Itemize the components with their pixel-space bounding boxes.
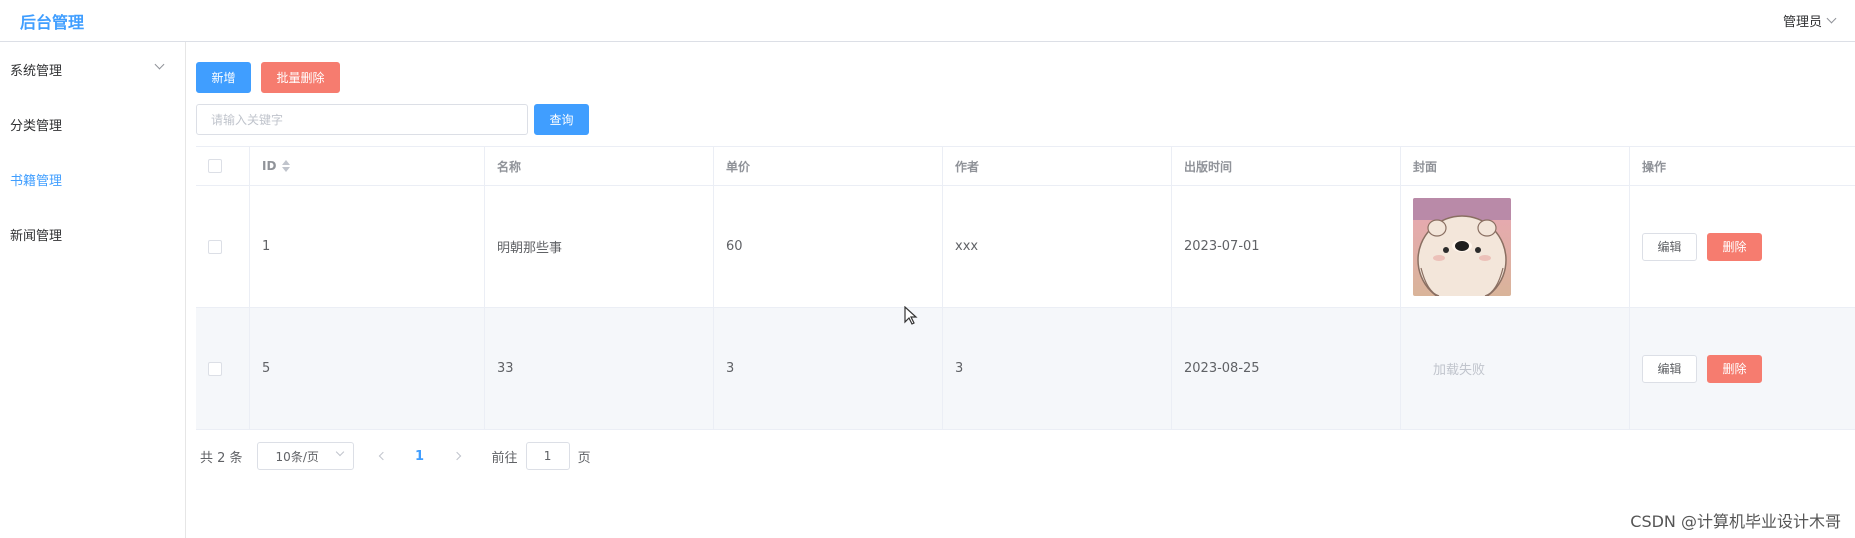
column-header-name: 名称	[485, 147, 714, 185]
next-page-icon[interactable]	[442, 451, 472, 461]
sidebar-item-label: 书籍管理	[10, 173, 63, 189]
sort-icon[interactable]	[282, 160, 291, 172]
chevron-down-icon	[154, 59, 165, 70]
sidebar-item-label: 新闻管理	[10, 228, 63, 244]
sidebar-item-category[interactable]: 分类管理	[0, 97, 185, 151]
page-number[interactable]: 1	[398, 449, 442, 464]
cell-name: 33	[485, 308, 714, 429]
cell-author: xxx	[943, 186, 1172, 307]
column-header-actions: 操作	[1642, 159, 1667, 174]
sidebar-item-news[interactable]: 新闻管理	[0, 207, 185, 261]
cell-price: 3	[714, 308, 943, 429]
row-checkbox[interactable]	[208, 239, 222, 254]
add-button[interactable]: 新增	[196, 62, 251, 93]
batch-delete-button[interactable]: 批量删除	[261, 62, 340, 93]
edit-button[interactable]: 编辑	[1642, 232, 1697, 261]
book-cover-image	[1413, 197, 1511, 296]
chevron-down-icon	[1826, 13, 1837, 24]
cell-date: 2023-08-25	[1172, 308, 1401, 429]
row-checkbox[interactable]	[208, 361, 222, 376]
page-size-value: 10条/页	[275, 449, 319, 464]
image-load-failed-text: 加载失败	[1433, 363, 1486, 378]
top-header: 后台管理 管理员	[0, 0, 1855, 42]
sidebar: 系统管理 分类管理 书籍管理 新闻管理	[0, 42, 186, 538]
sidebar-item-label: 系统管理	[10, 63, 63, 79]
user-name: 管理员	[1782, 15, 1822, 30]
goto-page-input[interactable]: 1	[525, 442, 570, 470]
cell-id: 5	[250, 308, 485, 429]
sidebar-item-system[interactable]: 系统管理	[0, 42, 185, 96]
edit-button[interactable]: 编辑	[1642, 354, 1697, 383]
user-menu[interactable]: 管理员	[1782, 11, 1837, 30]
select-all-checkbox[interactable]	[208, 159, 222, 173]
app-title: 后台管理	[20, 13, 85, 32]
column-header-id[interactable]: ID	[262, 159, 276, 173]
delete-button[interactable]: 删除	[1707, 232, 1762, 261]
delete-button[interactable]: 删除	[1707, 354, 1762, 383]
watermark: CSDN @计算机毕业设计木哥	[1630, 512, 1841, 531]
table-row: 1 明朝那些事 60 xxx 2023-07-01 编辑 删除	[196, 186, 1855, 308]
column-header-author: 作者	[943, 147, 1172, 185]
cell-author: 3	[943, 308, 1172, 429]
books-table: ID 名称 单价 作者 出版时间 封面 操作 1 明朝那些事 60 xxx 20…	[196, 146, 1855, 430]
chevron-down-icon	[335, 447, 344, 457]
total-count: 共 2 条	[200, 450, 243, 466]
sidebar-item-label: 分类管理	[10, 118, 63, 134]
cell-name: 明朝那些事	[485, 186, 714, 307]
pagination: 共 2 条 10条/页 1 前往 1 页	[200, 442, 591, 470]
column-header-date: 出版时间	[1172, 147, 1401, 185]
cell-price: 60	[714, 186, 943, 307]
prev-page-icon[interactable]	[368, 451, 398, 461]
table-row: 5 33 3 3 2023-08-25 加载失败 编辑 删除	[196, 308, 1855, 429]
column-header-cover: 封面	[1401, 147, 1630, 185]
table-header-row: ID 名称 单价 作者 出版时间 封面 操作	[196, 147, 1855, 186]
page-size-select[interactable]: 10条/页	[256, 442, 354, 470]
goto-label: 前往	[491, 450, 518, 466]
sidebar-item-books[interactable]: 书籍管理	[0, 152, 185, 206]
search-button[interactable]: 查询	[534, 104, 589, 135]
cell-date: 2023-07-01	[1172, 186, 1401, 307]
page-suffix: 页	[577, 450, 591, 466]
cell-id: 1	[250, 186, 485, 307]
column-header-price: 单价	[714, 147, 943, 185]
search-input[interactable]	[196, 104, 528, 135]
mouse-cursor-icon	[904, 306, 918, 325]
